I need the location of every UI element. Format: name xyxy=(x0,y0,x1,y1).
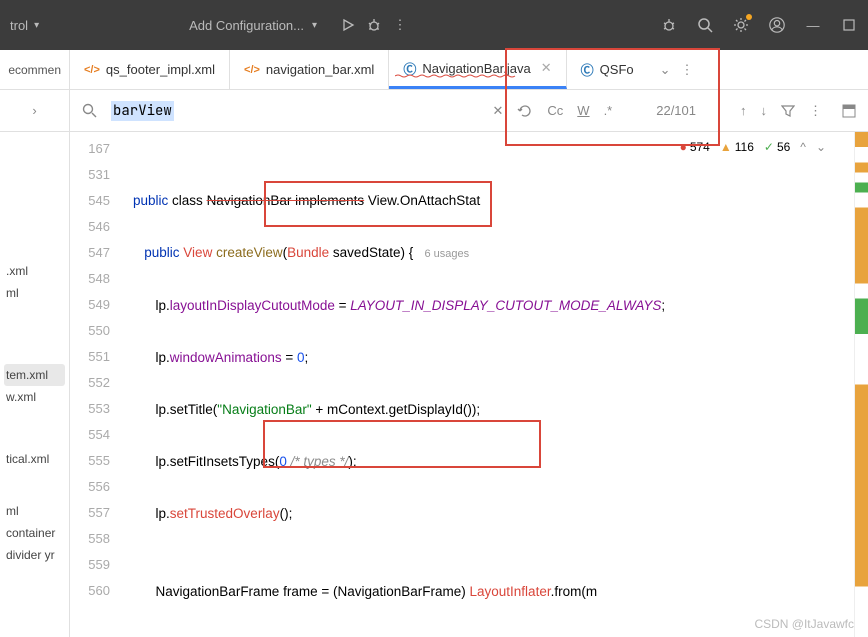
more-icon[interactable]: ⋮ xyxy=(681,62,694,78)
next-match-icon[interactable]: ↓ xyxy=(761,103,768,118)
history-icon[interactable] xyxy=(517,103,533,119)
chevron-down-icon: ▾ xyxy=(312,20,317,31)
main-toolbar: trol ▾ Add Configuration... ▾ ⋮ — xyxy=(0,0,868,50)
tab-navigation-bar-xml[interactable]: </> navigation_bar.xml xyxy=(230,50,389,89)
tab-qsfo[interactable]: Ⓒ QSFo xyxy=(567,50,648,89)
settings-icon[interactable] xyxy=(732,16,750,34)
line-gutter: 1675315455465475485495505515525535545555… xyxy=(70,132,118,637)
java-class-icon: Ⓒ xyxy=(581,60,594,79)
tree-item[interactable]: container xyxy=(4,522,65,544)
tree-item[interactable]: .xml xyxy=(4,260,65,282)
search-icon[interactable] xyxy=(696,16,714,34)
match-count: 22/101 xyxy=(656,103,696,118)
chevron-right-icon[interactable]: › xyxy=(32,103,36,118)
editor-tabs-row: ecommen </> qs_footer_impl.xml </> navig… xyxy=(0,50,868,90)
filter-icon[interactable] xyxy=(781,104,795,118)
xml-icon: </> xyxy=(84,64,100,76)
tree-item[interactable]: divider yr xyxy=(4,544,65,566)
whole-word-toggle[interactable]: W xyxy=(577,103,589,118)
profile-icon[interactable] xyxy=(768,16,786,34)
more-icon[interactable]: ⋮ xyxy=(809,103,822,119)
sidebar-tab[interactable]: ecommen xyxy=(0,50,70,89)
regex-toggle[interactable]: .* xyxy=(604,103,613,118)
run-icon[interactable] xyxy=(339,16,357,34)
chevron-down-icon: ▾ xyxy=(34,20,39,31)
minimize-icon[interactable]: — xyxy=(804,16,822,34)
search-icon xyxy=(82,103,97,118)
tab-navigation-bar-java[interactable]: Ⓒ NavigationBar.java ✕ xyxy=(389,50,566,89)
prev-match-icon[interactable]: ↑ xyxy=(740,103,747,118)
inspection-stats[interactable]: ●574 ▲116 ✓56 ^⌄ xyxy=(680,134,826,160)
control-dropdown[interactable]: trol xyxy=(10,18,28,33)
close-panel-icon[interactable] xyxy=(842,104,856,118)
tree-item[interactable]: ml xyxy=(4,282,65,304)
more-icon[interactable]: ⋮ xyxy=(391,16,409,34)
xml-icon: </> xyxy=(244,64,260,76)
bug-icon[interactable] xyxy=(660,16,678,34)
chevron-down-icon[interactable]: ⌄ xyxy=(660,62,671,78)
error-stripe[interactable] xyxy=(854,132,868,637)
squiggle-icon xyxy=(395,74,575,78)
maximize-icon[interactable] xyxy=(840,16,858,34)
tree-item[interactable]: tical.xml xyxy=(4,448,65,470)
tree-item[interactable]: tem.xml xyxy=(4,364,65,386)
tree-item[interactable]: ml xyxy=(4,500,65,522)
project-tree[interactable]: .xml ml tem.xml w.xml tical.xml ml conta… xyxy=(0,132,70,637)
match-case-toggle[interactable]: Cc xyxy=(547,103,563,118)
debug-icon[interactable] xyxy=(365,16,383,34)
tree-item[interactable]: w.xml xyxy=(4,386,65,408)
watermark: CSDN @ItJavawfc xyxy=(754,617,854,631)
code-editor[interactable]: ●574 ▲116 ✓56 ^⌄ public class Navigation… xyxy=(118,132,854,637)
run-config-dropdown[interactable]: Add Configuration... ▾ ⋮ xyxy=(189,16,409,34)
search-input[interactable]: barView xyxy=(111,101,174,121)
find-bar: › barView ✕ Cc W .* 22/101 ↑ ↓ ⋮ xyxy=(0,90,868,132)
clear-icon[interactable]: ✕ xyxy=(492,103,503,119)
tab-qs-footer-impl[interactable]: </> qs_footer_impl.xml xyxy=(70,50,230,89)
